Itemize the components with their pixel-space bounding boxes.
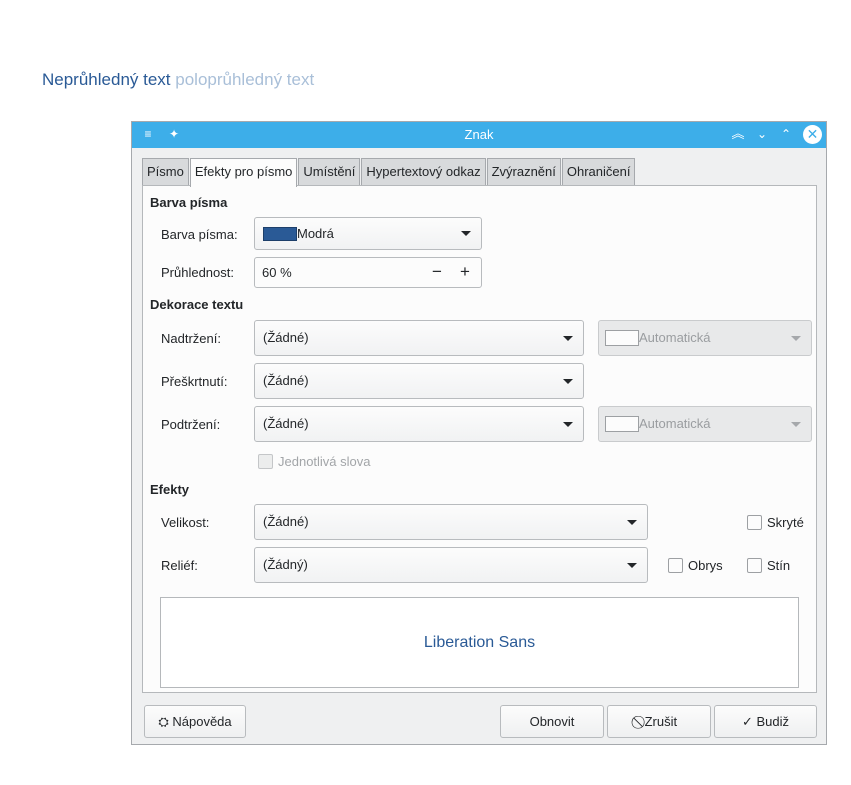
transparency-value: 60 % [262, 265, 292, 280]
chevron-down-icon [791, 422, 801, 427]
relief-combo[interactable]: (Žádný) [254, 547, 648, 583]
button-bar: ⛭ Nápověda Obnovit ⃠ Zrušit ✓ Budiž [132, 705, 826, 739]
case-value: (Žádné) [263, 514, 309, 529]
chevron-down-icon [563, 422, 573, 427]
cancel-button-label: Zrušit [644, 714, 678, 729]
font-color-value: Modrá [297, 226, 334, 241]
tab-hyperlink[interactable]: Hypertextový odkaz [361, 158, 486, 185]
checkmark-icon: ✓ [741, 714, 753, 729]
ok-button-label: Budiž [756, 714, 790, 729]
chevron-down-icon [791, 336, 801, 341]
ok-button[interactable]: ✓ Budiž [714, 705, 817, 738]
help-button[interactable]: ⛭ Nápověda [144, 705, 246, 738]
individual-words-checkbox[interactable] [258, 454, 273, 469]
keep-above-icon[interactable]: ︽ [730, 126, 746, 142]
color-swatch [263, 226, 297, 241]
section-text-decoration: Dekorace textu [150, 297, 244, 312]
strikethrough-value: (Žádné) [263, 373, 309, 388]
tab-font[interactable]: Písmo [142, 158, 189, 185]
help-icon: ⛭ [158, 714, 169, 729]
outline-checkbox[interactable] [668, 558, 683, 573]
section-effects: Efekty [150, 482, 190, 497]
color-swatch [605, 329, 639, 346]
underline-color-combo[interactable]: Automatická [598, 406, 812, 442]
strikethrough-combo[interactable]: (Žádné) [254, 363, 584, 399]
font-color-label: Barva písma: [161, 227, 238, 242]
shadow-label: Stín [767, 558, 791, 573]
tab-highlighting[interactable]: Zvýraznění [486, 158, 561, 185]
chevron-down-icon [627, 520, 637, 525]
color-swatch [605, 415, 639, 432]
increment-icon[interactable]: + [455, 258, 475, 286]
strikethrough-label: Přeškrtnutí: [161, 374, 228, 389]
character-dialog: ≡ ✦ Znak ︽ ⌄ ⌃ ✕ Písmo Efekty pro písmo … [131, 121, 827, 745]
chevron-down-icon [461, 231, 471, 236]
relief-value: (Žádný) [263, 557, 308, 572]
help-button-label: Nápověda [172, 714, 232, 729]
overline-combo[interactable]: (Žádné) [254, 320, 584, 356]
case-label: Velikost: [161, 515, 210, 530]
chevron-down-icon [563, 379, 573, 384]
tab-bar: Písmo Efekty pro písmo Umístění Hypertex… [142, 158, 636, 187]
reset-button-label: Obnovit [529, 714, 575, 729]
underline-label: Podtržení: [161, 417, 221, 432]
underline-combo[interactable]: (Žádné) [254, 406, 584, 442]
tab-font-effects[interactable]: Efekty pro písmo [189, 158, 298, 187]
relief-label: Reliéf: [161, 558, 198, 573]
heading-line: Neprůhledný text poloprůhledný text [42, 70, 314, 90]
case-combo[interactable]: (Žádné) [254, 504, 648, 540]
decrement-icon[interactable]: − [427, 258, 447, 286]
underline-value: (Žádné) [263, 416, 309, 431]
shadow-checkbox[interactable] [747, 558, 762, 573]
preview-text: Liberation Sans [423, 634, 536, 651]
section-font-color: Barva písma [150, 195, 228, 210]
tab-position[interactable]: Umístění [298, 158, 361, 185]
chevron-down-icon [563, 336, 573, 341]
hidden-checkbox[interactable] [747, 515, 762, 530]
font-effects-panel: Barva písma Barva písma: Modrá Průhledno… [142, 185, 817, 693]
reset-button[interactable]: Obnovit [500, 705, 604, 738]
overline-color-combo[interactable]: Automatická [598, 320, 812, 356]
overline-value: (Žádné) [263, 330, 309, 345]
semi-transparent-text: poloprůhledný text [175, 70, 315, 89]
close-icon[interactable]: ✕ [803, 125, 822, 144]
opaque-text: Neprůhledný text [42, 70, 171, 89]
cancel-button[interactable]: ⃠ Zrušit [607, 705, 711, 738]
window-title: Znak [464, 127, 494, 142]
transparency-label: Průhlednost: [161, 265, 234, 280]
maximize-icon[interactable]: ⌃ [778, 126, 794, 142]
title-bar[interactable]: ≡ ✦ Znak ︽ ⌄ ⌃ ✕ [132, 122, 826, 148]
chevron-down-icon [627, 563, 637, 568]
hidden-label: Skryté [767, 515, 804, 530]
font-preview: Liberation Sans [160, 597, 799, 688]
outline-label: Obrys [688, 558, 723, 573]
overline-color-value: Automatická [639, 330, 711, 345]
transparency-spinbox[interactable]: 60 % − + [254, 257, 482, 288]
underline-color-value: Automatická [639, 416, 711, 431]
minimize-icon[interactable]: ⌄ [754, 126, 770, 142]
tab-borders[interactable]: Ohraničení [561, 158, 636, 185]
individual-words-label: Jednotlivá slova [278, 454, 371, 469]
overline-label: Nadtržení: [161, 331, 221, 346]
font-color-combo[interactable]: Modrá [254, 217, 482, 250]
